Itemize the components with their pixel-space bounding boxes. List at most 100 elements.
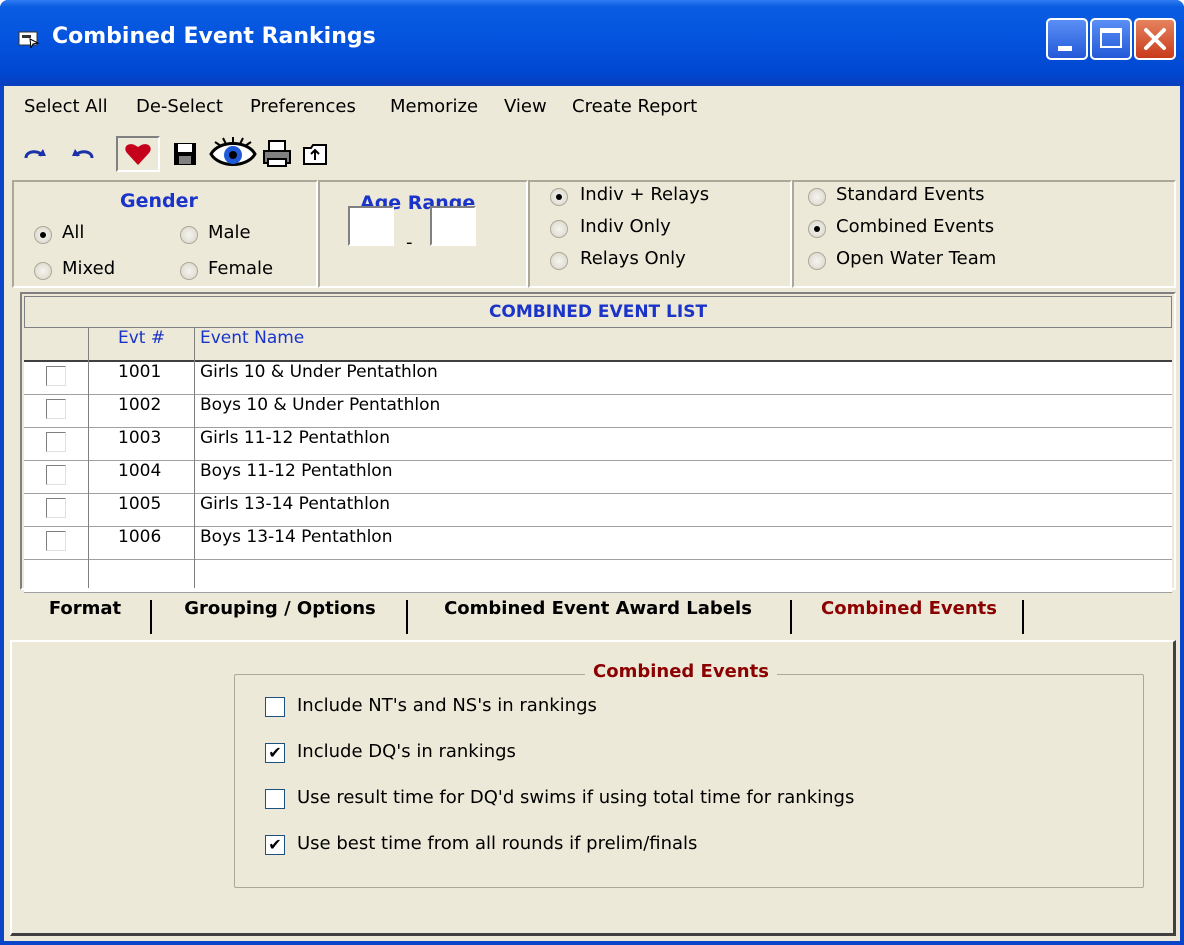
tab-separator (790, 600, 792, 634)
close-icon (1144, 28, 1166, 50)
open-water-team-radio[interactable] (808, 252, 826, 270)
age-from-input[interactable] (348, 206, 394, 246)
row-checkbox[interactable] (46, 498, 66, 518)
event-list-header: Evt # Event Name (24, 328, 1172, 362)
tab-grouping-options[interactable]: Grouping / Options (162, 598, 398, 638)
combined-events-radio[interactable] (808, 220, 826, 238)
menu-memorize[interactable]: Memorize (390, 96, 478, 117)
gender-male-radio[interactable] (180, 226, 198, 244)
title-bar[interactable]: Combined Event Rankings (0, 0, 1184, 86)
tab-combined-event-award-labels[interactable]: Combined Event Award Labels (418, 598, 778, 638)
event-name: Girls 11-12 Pentathlon (200, 428, 390, 448)
age-range-group: Age Range - (318, 180, 528, 288)
event-kind-group: Indiv + Relays Indiv Only Relays Only (528, 180, 792, 288)
column-divider (194, 328, 195, 588)
event-type-group: Standard Events Combined Events Open Wat… (792, 180, 1176, 288)
print-button[interactable] (260, 136, 294, 172)
gender-all-radio[interactable] (34, 226, 52, 244)
gender-male-label: Male (208, 222, 251, 243)
eye-icon (209, 137, 257, 166)
event-list-grid: COMBINED EVENT LIST Evt # Event Name 100… (20, 292, 1176, 593)
event-name: Boys 10 & Under Pentathlon (200, 395, 441, 415)
gender-heading: Gender (120, 190, 198, 212)
menu-de-select[interactable]: De-Select (136, 96, 223, 117)
undo-button[interactable] (64, 136, 100, 172)
event-name: Girls 13-14 Pentathlon (200, 494, 390, 514)
include-dq-checkbox[interactable]: ✔ (265, 743, 285, 763)
maximize-button[interactable] (1090, 18, 1132, 60)
tab-separator (406, 600, 408, 634)
use-result-time-label: Use result time for DQ'd swims if using … (297, 787, 855, 808)
standard-events-label: Standard Events (836, 184, 985, 205)
redo-button[interactable] (18, 136, 54, 172)
redo-icon (24, 149, 46, 159)
table-row[interactable]: 1005 Girls 13-14 Pentathlon (24, 494, 1172, 527)
window-title: Combined Event Rankings (52, 24, 376, 49)
use-result-time-checkbox[interactable] (265, 789, 285, 809)
include-nt-ns-label: Include NT's and NS's in rankings (297, 695, 597, 716)
gender-mixed-radio[interactable] (34, 262, 52, 280)
tab-combined-events[interactable]: Combined Events (800, 598, 1018, 638)
row-checkbox[interactable] (46, 531, 66, 551)
event-name: Boys 11-12 Pentathlon (200, 461, 393, 481)
table-row[interactable]: 1002 Boys 10 & Under Pentathlon (24, 395, 1172, 428)
app-icon (18, 31, 40, 48)
indiv-only-label: Indiv Only (580, 216, 671, 237)
combined-events-options-group: Combined Events Include NT's and NS's in… (234, 661, 1144, 888)
combined-events-panel: Combined Events Include NT's and NS's in… (10, 640, 1176, 936)
menu-bar: Select All De-Select Preferences Memoriz… (4, 86, 1180, 132)
save-button[interactable] (168, 136, 202, 172)
event-number: 1004 (118, 461, 162, 481)
event-name: Boys 13-14 Pentathlon (200, 527, 393, 547)
tab-format[interactable]: Format (36, 598, 134, 638)
column-divider (88, 328, 89, 588)
table-row-empty[interactable] (24, 560, 1172, 593)
event-number: 1003 (118, 428, 162, 448)
menu-preferences[interactable]: Preferences (250, 96, 356, 117)
menu-view[interactable]: View (504, 96, 547, 117)
tab-strip: Format Grouping / Options Combined Event… (4, 596, 1180, 642)
standard-events-radio[interactable] (808, 188, 826, 206)
combined-event-rankings-window: Combined Event Rankings Select All De-Se… (0, 0, 1184, 945)
event-number: 1005 (118, 494, 162, 514)
close-button[interactable] (1134, 18, 1176, 60)
print-icon (263, 140, 291, 167)
undo-icon (72, 149, 94, 159)
gender-female-label: Female (208, 258, 274, 279)
table-row[interactable]: 1006 Boys 13-14 Pentathlon (24, 527, 1172, 560)
row-checkbox[interactable] (46, 465, 66, 485)
table-row[interactable]: 1003 Girls 11-12 Pentathlon (24, 428, 1172, 461)
toolbar (4, 132, 1180, 178)
maximize-icon (1100, 28, 1122, 48)
table-row[interactable]: 1001 Girls 10 & Under Pentathlon (24, 362, 1172, 395)
menu-create-report[interactable]: Create Report (572, 96, 697, 117)
row-checkbox[interactable] (46, 432, 66, 452)
indiv-relays-radio[interactable] (550, 188, 568, 206)
table-row[interactable]: 1004 Boys 11-12 Pentathlon (24, 461, 1172, 494)
minimize-button[interactable] (1046, 18, 1088, 60)
gender-mixed-label: Mixed (62, 258, 116, 279)
combined-events-label: Combined Events (836, 216, 995, 237)
row-checkbox[interactable] (46, 366, 66, 386)
column-evt-num[interactable]: Evt # (118, 328, 165, 360)
menu-select-all[interactable]: Select All (24, 96, 108, 117)
use-best-time-checkbox[interactable]: ✔ (265, 835, 285, 855)
open-water-team-label: Open Water Team (836, 248, 997, 269)
use-best-time-label: Use best time from all rounds if prelim/… (297, 833, 698, 854)
event-list-caption: COMBINED EVENT LIST (24, 296, 1172, 328)
column-select[interactable] (24, 328, 90, 360)
relays-only-radio[interactable] (550, 252, 568, 270)
include-nt-ns-checkbox[interactable] (265, 697, 285, 717)
age-to-input[interactable] (430, 206, 476, 246)
minimize-icon (1058, 46, 1072, 51)
tab-separator (1022, 600, 1024, 634)
event-number: 1006 (118, 527, 162, 547)
indiv-only-radio[interactable] (550, 220, 568, 238)
row-checkbox[interactable] (46, 399, 66, 419)
view-button[interactable] (208, 136, 258, 172)
gender-female-radio[interactable] (180, 262, 198, 280)
favorite-button[interactable] (116, 136, 160, 172)
column-event-name[interactable]: Event Name (200, 328, 304, 360)
combined-events-legend: Combined Events (585, 661, 777, 682)
export-button[interactable] (298, 136, 332, 172)
